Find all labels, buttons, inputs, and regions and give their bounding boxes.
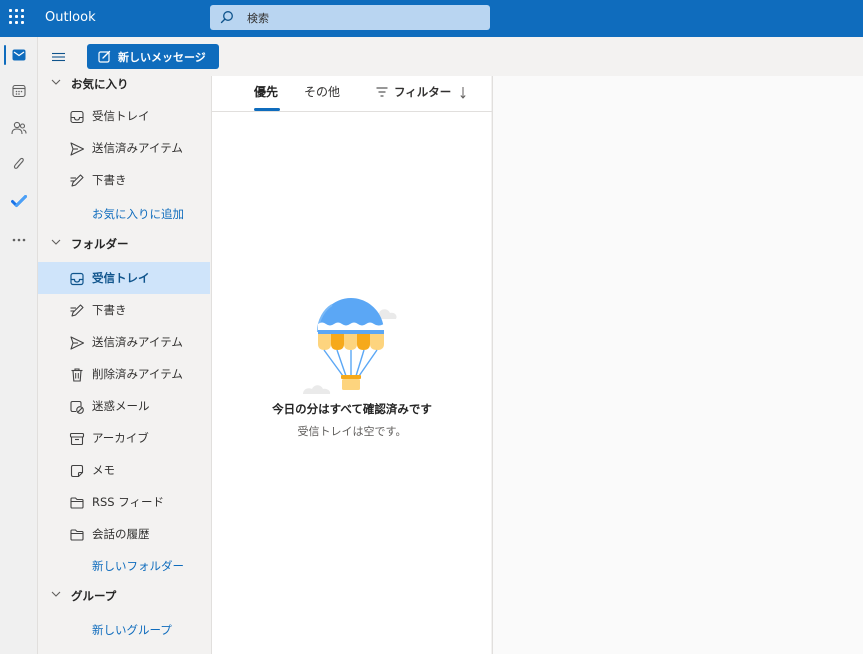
attachment-icon — [13, 157, 24, 169]
rail-todo[interactable] — [0, 185, 38, 217]
folder-item-inbox[interactable]: 受信トレイ — [38, 262, 210, 294]
folder-icon — [70, 497, 84, 509]
chevron-down-icon — [51, 591, 61, 597]
app-rail — [0, 37, 38, 654]
rail-calendar[interactable] — [0, 75, 38, 107]
calendar-icon — [12, 84, 26, 98]
mail-icon — [12, 49, 26, 61]
message-list-pane: 優先 その他 フィルター 今日の分はすべて確認済みです 受信トレイは空です。 — [211, 76, 492, 654]
hot-air-balloon-illustration — [303, 298, 397, 394]
app-launcher-icon[interactable] — [9, 9, 27, 27]
rail-mail[interactable] — [0, 39, 38, 71]
filter-icon — [376, 87, 388, 97]
hamburger-menu-icon[interactable] — [52, 52, 65, 62]
compose-icon — [98, 50, 111, 63]
search-box[interactable]: 検索 — [210, 5, 490, 30]
chevron-down-icon — [51, 79, 61, 85]
notes-icon — [70, 464, 84, 478]
folder-pane: お気に入り 受信トレイ 送信済みアイテム 下書き お気に入りに追加 フォルダー … — [38, 76, 210, 654]
search-input[interactable]: 検索 — [247, 10, 269, 26]
folder-item-rss[interactable]: RSS フィード — [38, 486, 210, 518]
drafts-icon — [70, 304, 84, 317]
favorites-header[interactable]: お気に入り — [38, 76, 210, 95]
favorite-item-inbox[interactable]: 受信トレイ — [38, 100, 210, 132]
drafts-icon — [70, 174, 84, 187]
send-icon — [70, 336, 85, 350]
rail-files[interactable] — [0, 148, 38, 180]
reading-pane — [492, 76, 863, 654]
filter-label: フィルター — [394, 85, 452, 99]
folder-item-conversation-history[interactable]: 会話の履歴 — [38, 518, 210, 550]
new-folder-link[interactable]: 新しいフォルダー — [92, 558, 184, 574]
search-icon — [220, 11, 233, 24]
folders-header[interactable]: フォルダー — [38, 233, 210, 255]
app-title[interactable]: Outlook — [45, 10, 96, 25]
favorite-item-sent[interactable]: 送信済みアイテム — [38, 132, 210, 164]
new-message-button[interactable]: 新しいメッセージ — [87, 44, 219, 69]
inbox-icon — [70, 272, 84, 286]
archive-icon — [69, 432, 85, 446]
new-message-label: 新しいメッセージ — [118, 50, 206, 64]
rail-people[interactable] — [0, 112, 38, 144]
new-group-link[interactable]: 新しいグループ — [92, 622, 172, 638]
people-icon — [11, 121, 27, 135]
inbox-tabs: 優先 その他 フィルター — [212, 76, 492, 112]
active-tab-indicator — [254, 108, 280, 111]
empty-state-subtitle: 受信トレイは空です。 — [297, 425, 407, 438]
trash-icon — [71, 368, 83, 382]
groups-header[interactable]: グループ — [38, 585, 210, 607]
rail-more[interactable] — [0, 224, 38, 256]
add-favorite-link[interactable]: お気に入りに追加 — [92, 206, 184, 222]
folder-icon — [70, 529, 84, 541]
more-apps-icon — [12, 238, 26, 242]
send-icon — [70, 142, 85, 156]
favorite-item-drafts[interactable]: 下書き — [38, 164, 210, 196]
folder-item-drafts[interactable]: 下書き — [38, 294, 210, 326]
junk-icon — [70, 400, 84, 414]
tab-other[interactable]: その他 — [304, 83, 340, 100]
todo-icon — [11, 194, 27, 207]
top-bar: Outlook 検索 — [0, 0, 863, 37]
chevron-down-icon — [51, 239, 61, 245]
folder-item-notes[interactable]: メモ — [38, 454, 210, 486]
inbox-icon — [70, 110, 84, 124]
empty-state-title: 今日の分はすべて確認済みです — [272, 402, 432, 416]
folder-item-deleted[interactable]: 削除済みアイテム — [38, 358, 210, 390]
sort-arrow-icon[interactable] — [460, 86, 468, 100]
folder-item-sent[interactable]: 送信済みアイテム — [38, 326, 210, 358]
filter-button[interactable]: フィルター — [376, 84, 451, 100]
tab-focused[interactable]: 優先 — [254, 83, 278, 100]
command-bar: 新しいメッセージ — [38, 37, 863, 76]
folder-item-junk[interactable]: 迷惑メール — [38, 390, 210, 422]
folder-item-archive[interactable]: アーカイブ — [38, 422, 210, 454]
